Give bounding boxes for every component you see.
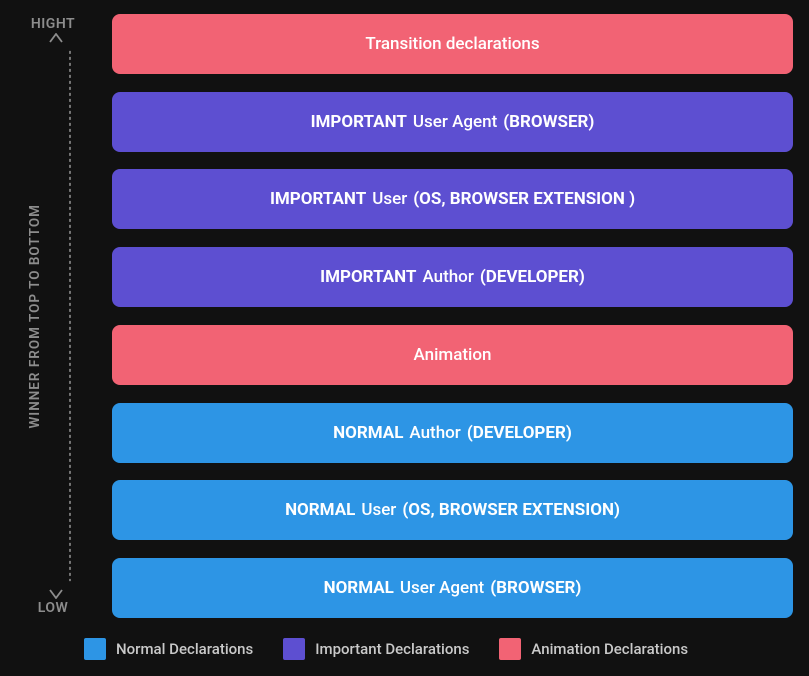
- diagram-container: HIGHT WINNER FROM TOP TO BOTTOM LOW Tran…: [0, 0, 809, 622]
- bar-prefix: IMPORTANT: [270, 189, 366, 209]
- axis-caption: WINNER FROM TOP TO BOTTOM: [27, 204, 43, 429]
- bar-prefix: NORMAL: [285, 500, 355, 520]
- cascade-bar: Transition declarations: [112, 14, 793, 74]
- bar-prefix: NORMAL: [324, 578, 394, 598]
- bar-label: IMPORTANT Author (DEVELOPER): [320, 267, 585, 287]
- bar-prefix: NORMAL: [333, 423, 403, 443]
- cascade-bar: NORMAL User (OS, BROWSER EXTENSION): [112, 480, 793, 540]
- bar-main: User: [361, 500, 396, 520]
- legend-label: Normal Declarations: [116, 640, 253, 658]
- cascade-bars: Transition declarations IMPORTANT User Age…: [98, 10, 793, 622]
- cascade-bar: NORMAL User Agent (BROWSER): [112, 558, 793, 618]
- legend-label: Animation Declarations: [531, 640, 688, 658]
- cascade-bar: IMPORTANT User Agent (BROWSER): [112, 92, 793, 152]
- legend-swatch: [499, 638, 521, 660]
- bar-paren: (DEVELOPER): [467, 423, 572, 443]
- legend-swatch: [283, 638, 305, 660]
- bar-main: User: [372, 189, 407, 209]
- bar-paren: (OS, BROWSER EXTENSION): [402, 500, 620, 520]
- priority-axis: HIGHT WINNER FROM TOP TO BOTTOM LOW: [8, 10, 98, 622]
- axis-arrow-wrap: WINNER FROM TOP TO BOTTOM: [8, 34, 98, 598]
- axis-top-label: HIGHT: [31, 16, 75, 32]
- cascade-bar: IMPORTANT User (OS, BROWSER EXTENSION ): [112, 169, 793, 229]
- bar-paren: (BROWSER): [490, 578, 581, 598]
- legend-item: Normal Declarations: [84, 638, 253, 660]
- bar-prefix: IMPORTANT: [311, 112, 407, 132]
- bar-label: NORMAL User Agent (BROWSER): [324, 578, 582, 598]
- bar-label: NORMAL User (OS, BROWSER EXTENSION): [285, 500, 620, 520]
- axis-bottom-label: LOW: [38, 600, 69, 616]
- bar-label: NORMAL Author (DEVELOPER): [333, 423, 572, 443]
- bar-main: User Agent: [413, 112, 497, 132]
- bar-prefix: IMPORTANT: [320, 267, 416, 287]
- bar-label: IMPORTANT User Agent (BROWSER): [311, 112, 595, 132]
- bar-main: Author: [409, 423, 460, 443]
- bar-paren: (OS, BROWSER EXTENSION ): [413, 189, 635, 209]
- legend: Normal Declarations Important Declaration…: [0, 622, 809, 660]
- arrow-up-icon: [49, 33, 63, 43]
- bar-main: Author: [422, 267, 473, 287]
- bar-main: User Agent: [400, 578, 484, 598]
- arrow-down-icon: [49, 589, 63, 599]
- legend-item: Important Declarations: [283, 638, 469, 660]
- bar-paren: (DEVELOPER): [480, 267, 585, 287]
- legend-swatch: [84, 638, 106, 660]
- double-arrow-icon: [61, 34, 79, 598]
- cascade-bar: NORMAL Author (DEVELOPER): [112, 403, 793, 463]
- bar-label: Animation: [414, 345, 492, 365]
- bar-paren: (BROWSER): [503, 112, 594, 132]
- legend-item: Animation Declarations: [499, 638, 688, 660]
- bar-label: IMPORTANT User (OS, BROWSER EXTENSION ): [270, 189, 635, 209]
- cascade-bar: Animation: [112, 325, 793, 385]
- bar-main: Transition declarations: [365, 34, 539, 54]
- bar-label: Transition declarations: [365, 34, 539, 54]
- legend-label: Important Declarations: [315, 640, 469, 658]
- cascade-bar: IMPORTANT Author (DEVELOPER): [112, 247, 793, 307]
- bar-main: Animation: [414, 345, 492, 365]
